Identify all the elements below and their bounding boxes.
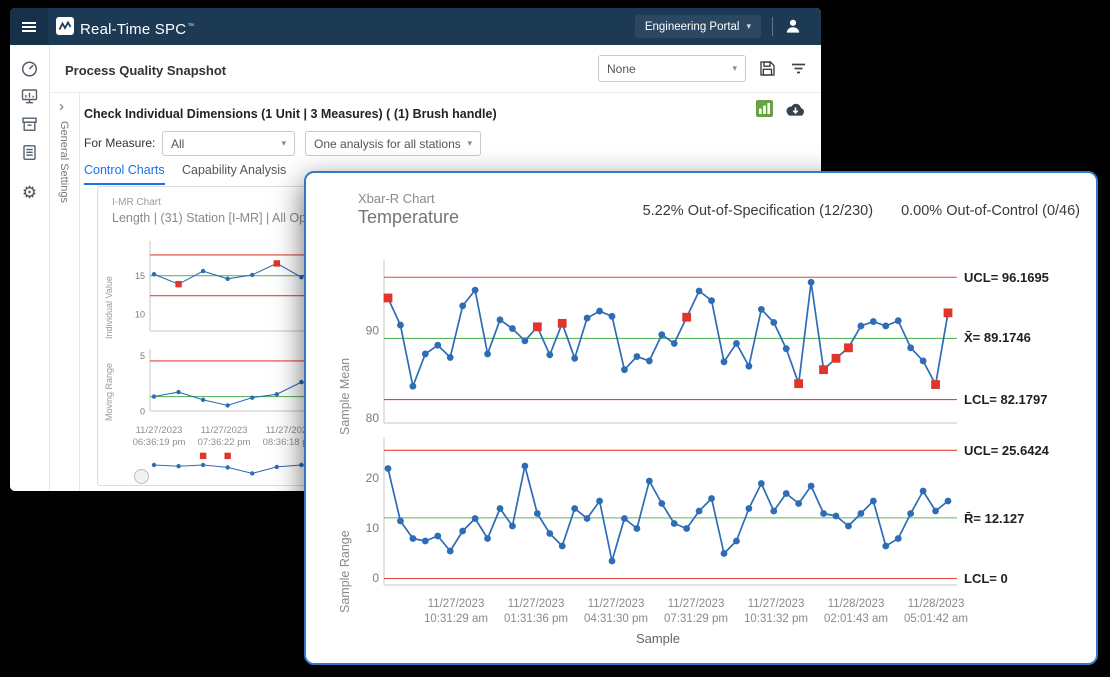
trademark: ™ [187,23,194,30]
svg-text:90: 90 [366,324,380,338]
bar-chart-icon [756,100,773,117]
sample-range-axis-label: Sample Range [338,463,352,613]
svg-text:80: 80 [366,411,380,425]
sidebar-item-analysis[interactable] [20,86,40,106]
cloud-download-icon [784,101,806,118]
mean-lcl-label: LCL= 82.1797 [964,392,1047,407]
expand-panel-chevron-icon[interactable]: › [59,99,64,114]
out-of-specification-stat: 5.22% Out-of-Specification (12/230) [643,203,874,219]
x-axis-title: Sample [358,631,958,646]
chevron-down-icon: ▾ [467,138,472,149]
gauge-icon [20,59,39,78]
user-icon[interactable] [783,16,803,36]
preset-dropdown[interactable]: None ▾ [598,55,746,82]
x-tick-label: 11/27/2023 01:31:36 pm [496,597,576,627]
range-lcl-label: LCL= 0 [964,571,1008,586]
x-tick-label: 11/27/2023 04:31:30 pm [576,597,656,627]
desktop: Real-Time SPC™ Engineering Portal ▾ [0,0,1110,677]
svg-text:15: 15 [135,271,145,281]
sample-mean-chart: 90 80 [358,258,958,433]
header-divider [50,92,821,93]
x-tick-label: 11/28/2023 05:01:42 am [896,597,976,627]
svg-text:20: 20 [366,471,380,485]
navbar-divider [772,17,773,36]
sidebar-item-dashboard[interactable] [20,58,40,78]
measure-dropdown-value: All [171,137,184,151]
portal-dropdown[interactable]: Engineering Portal ▾ [635,15,761,38]
analysis-dropdown-value: One analysis for all stations [314,137,461,151]
x-tick-label: 11/27/2023 10:31:29 am [416,597,496,627]
sample-range-chart: 20 10 0 [358,435,958,595]
xbar-chart-type-label: Xbar-R Chart [358,191,435,206]
svg-text:0: 0 [140,407,145,417]
menu-button[interactable] [10,8,48,45]
svg-text:5: 5 [140,351,145,361]
chart-stats: 5.22% Out-of-Specification (12/230) 0.00… [643,203,1080,219]
hamburger-icon [20,18,38,36]
xbar-r-chart-window: Xbar-R Chart Temperature 5.22% Out-of-Sp… [304,171,1098,665]
x-tick-label: 11/27/2023 10:31:32 pm [736,597,816,627]
individual-value-axis-label: Individual Value [104,243,114,339]
mean-ucl-label: UCL= 96.1695 [964,270,1049,285]
analysis-mode-dropdown[interactable]: One analysis for all stations ▾ [305,131,481,156]
save-icon [758,59,777,78]
svg-text:0: 0 [372,571,379,585]
x-tick-label: 11/28/2023 02:01:43 am [816,597,896,627]
section-title: Check Individual Dimensions (1 Unit | 3 … [84,107,497,121]
sidebar-item-inventory[interactable] [20,114,40,134]
range-ucl-label: UCL= 25.6424 [964,443,1049,458]
xbar-chart-title: Temperature [358,207,459,228]
box-icon [20,115,39,134]
sidebar-item-settings[interactable]: ⚙ [20,182,40,202]
download-button[interactable] [784,101,806,118]
general-settings-panel: › General Settings [50,93,80,491]
export-chart-button[interactable] [756,100,773,117]
x-tick-label: 11/27/2023 07:31:29 pm [656,597,736,627]
for-measure-label: For Measure: [84,131,155,156]
moving-range-axis-label: Moving Range [104,349,114,421]
sample-mean-axis-label: Sample Mean [338,285,352,435]
preset-dropdown-value: None [607,62,636,76]
range-center-label: R̄= 12.127 [964,511,1024,526]
chart-nav-button[interactable] [134,469,149,484]
imr-chart-type-label: I-MR Chart [112,197,161,208]
chevron-down-icon: ▾ [281,138,286,149]
monitor-chart-icon [20,87,39,106]
measure-dropdown[interactable]: All ▾ [162,131,295,156]
filter-button[interactable] [789,59,809,79]
sidebar-item-checklist[interactable] [20,142,40,162]
app-title: Real-Time SPC™ [80,8,194,45]
app-logo-icon [56,17,74,35]
top-navbar: Real-Time SPC™ Engineering Portal ▾ [10,8,821,45]
clipboard-icon [20,143,39,162]
tab-control-charts[interactable]: Control Charts [84,163,165,185]
portal-dropdown-label: Engineering Portal [645,21,740,33]
svg-text:10: 10 [135,310,145,320]
gear-icon: ⚙ [22,184,37,201]
mean-center-label: X̄= 89.1746 [964,330,1031,345]
chevron-down-icon: ▾ [746,21,751,32]
save-button[interactable] [758,59,778,79]
filter-icon [789,59,808,78]
imr-x-tick-label: 11/27/2023 06:36:19 pm [124,425,194,449]
chevron-down-icon: ▾ [732,63,737,74]
general-settings-label: General Settings [58,121,70,281]
tab-capability-analysis[interactable]: Capability Analysis [182,163,286,183]
imr-x-tick-label: 11/27/2023 07:36:22 pm [189,425,259,449]
out-of-control-stat: 0.00% Out-of-Control (0/46) [901,203,1080,219]
left-icon-sidebar: ⚙ [10,45,50,491]
page-title: Process Quality Snapshot [65,63,226,78]
svg-text:10: 10 [366,521,380,535]
